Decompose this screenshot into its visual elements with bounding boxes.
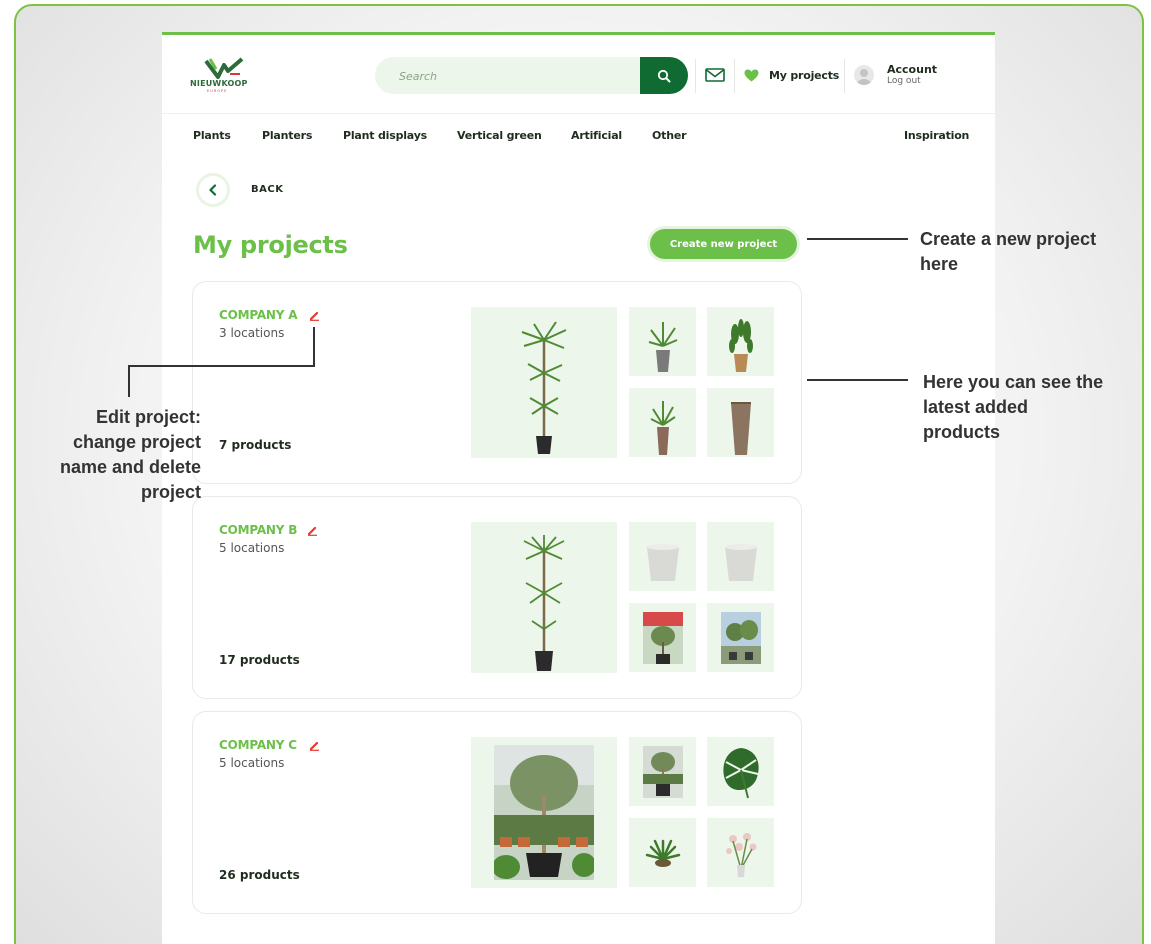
annotation-create-line1: Create a new project: [920, 229, 1097, 249]
tall-planter-icon: [730, 402, 751, 455]
product-thumbnail[interactable]: [707, 737, 774, 806]
screenshot-page: NIEUWKOOP EUROPE My projects Account Log…: [162, 32, 995, 944]
brand-logo[interactable]: NIEUWKOOP EUROPE: [190, 57, 260, 97]
product-thumbnail[interactable]: [471, 307, 617, 458]
nursery-photo-icon: [642, 746, 683, 798]
annotation-latest-line3: products: [923, 422, 1001, 442]
product-thumbnail[interactable]: [707, 818, 774, 887]
page-title: My projects: [193, 231, 348, 259]
nursery-photo-icon: [642, 612, 683, 664]
pencil-icon[interactable]: [309, 310, 320, 321]
potted-plant-icon: [650, 401, 676, 455]
project-product-count: 7 products: [219, 438, 292, 452]
header-divider: [734, 59, 735, 93]
product-thumbnail[interactable]: [471, 737, 617, 888]
nav-item-planters[interactable]: Planters: [262, 129, 312, 142]
nav-item-other[interactable]: Other: [652, 129, 687, 142]
annotation-edit-line2: change project: [72, 432, 201, 452]
nav-item-artificial[interactable]: Artificial: [571, 129, 622, 142]
annotation-line-edit-vertical: [313, 327, 315, 367]
olive-tree-photo-icon: [494, 745, 594, 880]
my-projects-link[interactable]: My projects: [769, 69, 839, 82]
annotation-edit-line3: name and delete: [59, 457, 201, 477]
annotation-latest-line1: Here you can see the: [923, 372, 1104, 392]
search-input[interactable]: [399, 66, 629, 86]
nursery-photo-icon: [720, 612, 761, 664]
project-locations: 5 locations: [219, 756, 285, 770]
annotation-edit-line4: project: [140, 482, 201, 502]
logo-text: NIEUWKOOP: [190, 79, 248, 88]
annotation-line-edit-horizontal: [128, 365, 315, 367]
product-thumbnail[interactable]: [707, 388, 774, 457]
product-thumbnail[interactable]: [707, 522, 774, 591]
project-product-count: 17 products: [219, 653, 300, 667]
palm-plant-icon: [523, 535, 565, 671]
logo-subtext: EUROPE: [207, 89, 228, 93]
logout-link[interactable]: Log out: [887, 76, 921, 86]
project-locations: 5 locations: [219, 541, 285, 555]
nav-item-inspiration[interactable]: Inspiration: [904, 129, 969, 142]
monstera-leaf-icon: [722, 748, 759, 799]
potted-plant-icon: [648, 322, 677, 372]
mail-icon[interactable]: [705, 68, 725, 82]
product-thumbnail[interactable]: [629, 307, 696, 376]
project-card-company-c[interactable]: COMPANY C 5 locations 26 products: [192, 711, 802, 914]
product-thumbnail[interactable]: [707, 307, 774, 376]
nav-item-plants[interactable]: Plants: [193, 129, 231, 142]
create-new-project-button[interactable]: Create new project: [647, 226, 800, 262]
search-icon: [657, 69, 671, 82]
back-label[interactable]: BACK: [251, 184, 283, 195]
avatar[interactable]: [854, 65, 874, 85]
annotation-edit-line1: Edit project:: [95, 407, 201, 427]
header-divider: [844, 59, 845, 93]
product-thumbnail[interactable]: [707, 603, 774, 672]
avatar-icon: [857, 69, 871, 85]
nav-item-vertical-green[interactable]: Vertical green: [457, 129, 542, 142]
heart-icon[interactable]: [744, 69, 759, 82]
product-thumbnail[interactable]: [629, 522, 696, 591]
product-thumbnail[interactable]: [629, 603, 696, 672]
product-thumbnail[interactable]: [471, 522, 617, 673]
pencil-icon[interactable]: [307, 525, 318, 536]
project-name[interactable]: COMPANY C: [219, 738, 297, 752]
product-thumbnail[interactable]: [629, 388, 696, 457]
project-card-company-b[interactable]: COMPANY B 5 locations 17 products: [192, 496, 802, 699]
pencil-icon[interactable]: [309, 740, 320, 751]
annotation-create-line2: here: [920, 254, 959, 274]
header-separator: [162, 113, 995, 114]
logo-mark-icon: [204, 57, 244, 79]
nav-item-plant-displays[interactable]: Plant displays: [343, 129, 427, 142]
project-name[interactable]: COMPANY A: [219, 308, 298, 322]
chevron-left-icon: [209, 184, 217, 196]
product-thumbnail[interactable]: [629, 737, 696, 806]
product-thumbnail[interactable]: [629, 818, 696, 887]
annotation-line-edit-drop: [128, 365, 130, 397]
project-name[interactable]: COMPANY B: [219, 523, 297, 537]
project-locations: 3 locations: [219, 326, 285, 340]
header-divider: [695, 59, 696, 93]
potted-plant-icon: [728, 319, 753, 372]
flower-arrangement-icon: [725, 833, 756, 877]
palm-plant-icon: [521, 321, 567, 454]
annotation-line-latest: [807, 379, 908, 381]
search-button[interactable]: [640, 57, 688, 94]
account-link[interactable]: Account: [887, 63, 937, 76]
project-card-company-a[interactable]: COMPANY A 3 locations 7 products: [192, 281, 802, 484]
annotation-latest-line2: latest added: [923, 397, 1029, 417]
white-pot-icon: [724, 544, 757, 581]
back-button[interactable]: [196, 173, 230, 207]
white-pot-icon: [646, 544, 679, 581]
succulent-plant-icon: [645, 839, 680, 867]
project-product-count: 26 products: [219, 868, 300, 882]
annotation-line-create: [807, 238, 908, 240]
